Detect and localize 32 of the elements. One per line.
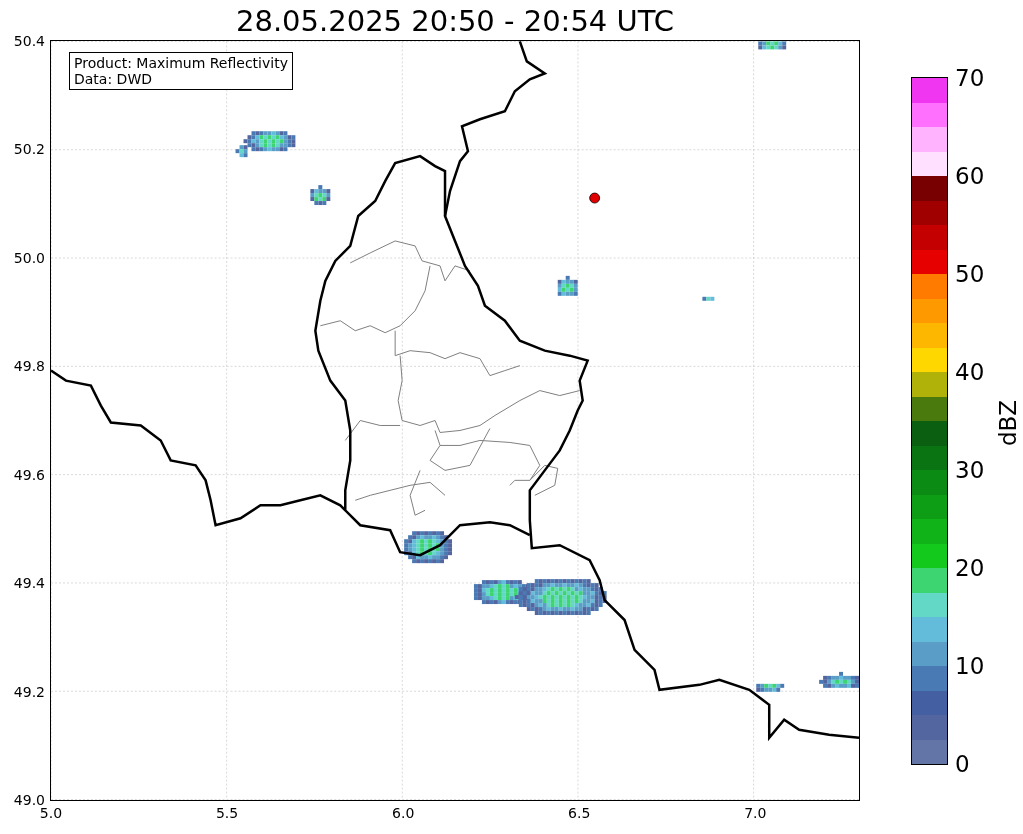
- colorbar-tick-label: 40: [955, 359, 985, 385]
- x-tick-label: 5.5: [215, 805, 239, 821]
- colorbar-tick-label: 50: [955, 261, 985, 287]
- radar-echo: [756, 683, 785, 692]
- colorbar-tick-label: 60: [955, 163, 985, 189]
- y-tick-label: 50.0: [13, 249, 45, 266]
- y-tick-label: 49.4: [13, 575, 45, 592]
- x-tick-label: 7.0: [744, 805, 767, 821]
- radar-echo: [310, 185, 331, 206]
- radar-echo: [819, 671, 859, 688]
- x-tick-label: 5.0: [39, 805, 63, 821]
- location-marker: [589, 192, 601, 204]
- radar-echo: [404, 531, 452, 564]
- y-tick-label: 49.8: [13, 358, 45, 375]
- colorbar-tick-label: 30: [955, 457, 985, 483]
- colorbar-label: dBZ: [995, 399, 1022, 447]
- colorbar-tick-label: 0: [955, 751, 970, 777]
- x-tick-label: 6.5: [568, 805, 591, 821]
- chart-title: 28.05.2025 20:50 - 20:54 UTC: [235, 3, 675, 40]
- y-tick-label: 49.2: [13, 683, 45, 700]
- radar-echo: [702, 296, 715, 301]
- info-box: Product: Maximum Reflectivity Data: DWD: [69, 52, 293, 90]
- x-tick-label: 6.0: [392, 805, 415, 821]
- y-tick-label: 49.0: [13, 792, 45, 808]
- radar-echo: [758, 41, 787, 50]
- y-tick-label: 49.6: [13, 466, 45, 483]
- radar-echo: [557, 275, 578, 296]
- colorbar-tick-label: 10: [955, 653, 985, 679]
- colorbar-tick-label: 70: [955, 65, 985, 91]
- y-tick-label: 50.4: [13, 33, 45, 49]
- colorbar-tick-label: 20: [955, 555, 985, 581]
- y-tick-label: 50.2: [13, 141, 45, 158]
